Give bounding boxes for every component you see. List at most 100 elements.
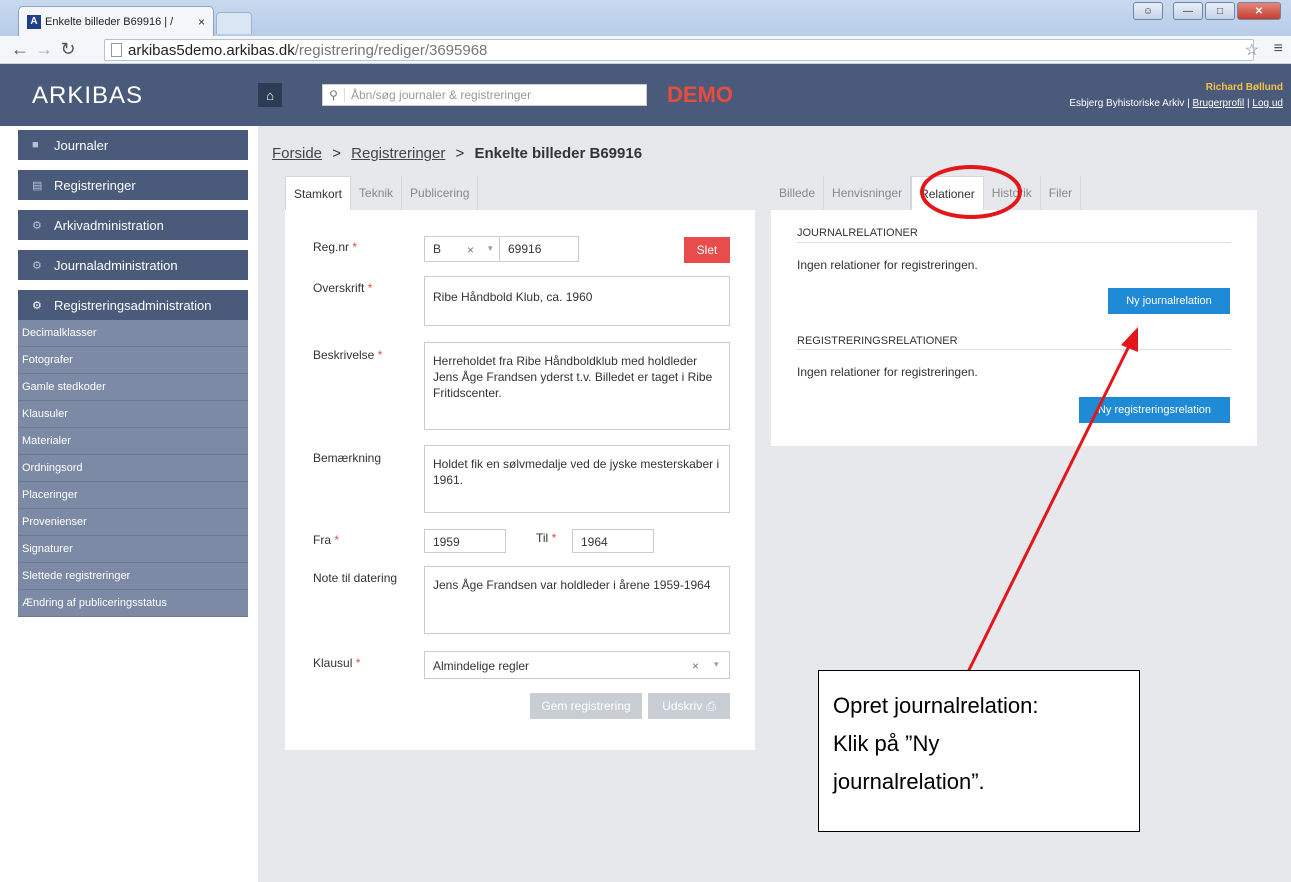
beskrivelse-label: Beskrivelse * [313, 348, 383, 362]
user-links: Esbjerg Byhistoriske Arkiv | Brugerprofi… [1069, 98, 1283, 109]
minimize-icon[interactable]: — [1173, 2, 1203, 20]
printer-icon: ⎙ [706, 698, 716, 713]
arkibas-favicon: A [27, 14, 41, 29]
tab-henvisninger[interactable]: Henvisninger [824, 176, 912, 210]
delete-button[interactable]: Slet [684, 237, 730, 263]
sidebar-subitem-fotografer[interactable]: Fotografer [18, 347, 248, 374]
sidebar-item-label: Registreringer [54, 177, 136, 193]
instruction-callout: Opret journalrelation: Klik på ”Ny journ… [818, 670, 1140, 832]
new-journal-relation-button[interactable]: Ny journalrelation [1108, 288, 1230, 314]
sidebar-subitem-decimalklasser[interactable]: Decimalklasser [18, 320, 248, 347]
archive-name: Esbjerg Byhistoriske Arkiv [1069, 98, 1185, 109]
klausul-label: Klausul * [313, 656, 361, 670]
save-button[interactable]: Gem registrering [530, 693, 642, 719]
profile-link[interactable]: Brugerprofil [1193, 98, 1245, 109]
tab-teknik[interactable]: Teknik [351, 176, 403, 210]
sidebar-subitem-provenienser[interactable]: Provenienser [18, 509, 248, 536]
overskrift-field[interactable]: Ribe Håndbold Klub, ca. 1960 [424, 276, 730, 326]
note-field[interactable]: Jens Åge Frandsen var holdleder i årene … [424, 566, 730, 634]
tab-close-icon[interactable]: × [198, 15, 205, 29]
home-button[interactable]: ⌂ [258, 83, 282, 107]
demo-label: DEMO [667, 82, 733, 107]
url-path: /registrering/rediger/3695968 [294, 41, 488, 59]
breadcrumb-section-link[interactable]: Registreringer [351, 145, 445, 162]
sidebar-item-registreringer[interactable]: ▤ Registreringer [18, 170, 248, 200]
sidebar-item-label: Registreringsadministration [54, 297, 212, 313]
search-icon: ⚲ [323, 88, 345, 102]
home-icon: ⌂ [266, 87, 274, 103]
sidebar-subitem-materialer[interactable]: Materialer [18, 428, 248, 455]
print-button[interactable]: Udskriv ⎙ [648, 693, 730, 719]
fra-field[interactable]: 1959 [424, 529, 506, 553]
browser-tab[interactable]: A Enkelte billeder B69916 | / × [18, 6, 214, 36]
tab-billede[interactable]: Billede [771, 176, 825, 210]
bemaerkning-field[interactable]: Holdet fik en sølvmedalje ved de jyske m… [424, 445, 730, 513]
registreringsrelationer-empty-text: Ingen relationer for registreringen. [797, 365, 978, 379]
clear-icon[interactable]: × [467, 243, 474, 257]
sidebar-subitem-ordningsord[interactable]: Ordningsord [18, 455, 248, 482]
tab-stamkort[interactable]: Stamkort [285, 176, 352, 210]
sidebar-subitem-placeringer[interactable]: Placeringer [18, 482, 248, 509]
forward-icon[interactable]: → [32, 39, 56, 60]
search-input[interactable]: ⚲ Åbn/søg journaler & registreringer [322, 84, 647, 106]
beskrivelse-field[interactable]: Herreholdet fra Ribe Håndboldklub med ho… [424, 342, 730, 430]
divider [797, 242, 1231, 243]
gear-icon: ⚙ [32, 219, 42, 232]
tab-title: Enkelte billeder B69916 | / [45, 15, 174, 28]
new-tab-button[interactable] [216, 12, 252, 34]
sidebar-subitem-signaturer[interactable]: Signaturer [18, 536, 248, 563]
til-label: Til * [536, 531, 557, 545]
sidebar-item-registreringsadministration[interactable]: ⚙ Registreringsadministration [18, 290, 248, 320]
left-tab-bar: Stamkort Teknik Publicering [285, 176, 479, 210]
window-close-icon[interactable]: ✕ [1237, 2, 1281, 20]
sidebar-item-label: Journaler [54, 137, 109, 153]
sidebar: ■ Journaler ▤ Registreringer ⚙ Arkivadmi… [18, 130, 248, 617]
sidebar-item-label: Journaladministration [54, 257, 178, 273]
chevron-down-icon[interactable]: ▾ [714, 659, 719, 670]
til-field[interactable]: 1964 [572, 529, 654, 553]
user-icon[interactable]: ☺ [1133, 2, 1163, 20]
note-label: Note til datering [313, 571, 398, 585]
tab-filer[interactable]: Filer [1041, 176, 1082, 210]
logout-link[interactable]: Log ud [1252, 98, 1283, 109]
sidebar-item-arkivadministration[interactable]: ⚙ Arkivadministration [18, 210, 248, 240]
clear-icon[interactable]: × [692, 659, 699, 673]
klausul-select[interactable]: Almindelige regler [424, 651, 730, 679]
journalrelationer-heading: JOURNALRELATIONER [797, 227, 918, 239]
callout-line-3: journalrelation”. [833, 769, 985, 794]
callout-line-2: Klik på ”Ny [833, 731, 940, 756]
sidebar-subitem-klausuler[interactable]: Klausuler [18, 401, 248, 428]
url-input[interactable]: arkibas5demo.arkibas.dk/registrering/red… [104, 39, 1254, 61]
breadcrumb: Forside > Registreringer > Enkelte bille… [272, 145, 642, 162]
breadcrumb-separator: > [455, 145, 465, 162]
journalrelationer-empty-text: Ingen relationer for registreringen. [797, 258, 978, 272]
print-label: Udskriv [662, 699, 703, 713]
chevron-down-icon[interactable]: ▾ [488, 243, 493, 254]
bookmark-star-icon[interactable]: ☆ [1245, 40, 1259, 60]
browser-tabstrip: A Enkelte billeder B69916 | / × ☺ — □ ✕ [0, 0, 1291, 36]
breadcrumb-home-link[interactable]: Forside [272, 145, 322, 162]
registreringsrelationer-heading: REGISTRERINGSRELATIONER [797, 335, 958, 347]
sidebar-item-label: Arkivadministration [54, 217, 164, 233]
reload-icon[interactable]: ↻ [56, 39, 80, 60]
regnr-number-field[interactable]: 69916 [499, 236, 579, 262]
url-host: arkibas5demo.arkibas.dk [128, 41, 295, 59]
maximize-icon[interactable]: □ [1205, 2, 1235, 20]
tab-publicering[interactable]: Publicering [402, 176, 479, 210]
sidebar-item-journaladministration[interactable]: ⚙ Journaladministration [18, 250, 248, 280]
sidebar-subitem-gamle-stedkoder[interactable]: Gamle stedkoder [18, 374, 248, 401]
back-icon[interactable]: ← [8, 39, 32, 60]
page-title: Enkelte billeder B69916 [474, 145, 643, 162]
browser-menu-icon[interactable]: ≡ [1274, 40, 1283, 58]
app-header: ARKIBAS ⌂ ⚲ Åbn/søg journaler & registre… [0, 64, 1291, 126]
list-icon: ▤ [32, 179, 43, 192]
search-placeholder: Åbn/søg journaler & registreringer [351, 88, 532, 102]
arkibas-logo[interactable]: ARKIBAS [32, 82, 143, 110]
sidebar-item-journaler[interactable]: ■ Journaler [18, 130, 248, 160]
regnr-label: Reg.nr * [313, 240, 358, 254]
new-registration-relation-button[interactable]: Ny registreringsrelation [1079, 397, 1230, 423]
callout-line-1: Opret journalrelation: [833, 693, 1039, 718]
divider [797, 349, 1231, 350]
sidebar-subitem-publiceringsstatus[interactable]: Ændring af publiceringsstatus [18, 590, 248, 617]
sidebar-subitem-slettede-registreringer[interactable]: Slettede registreringer [18, 563, 248, 590]
